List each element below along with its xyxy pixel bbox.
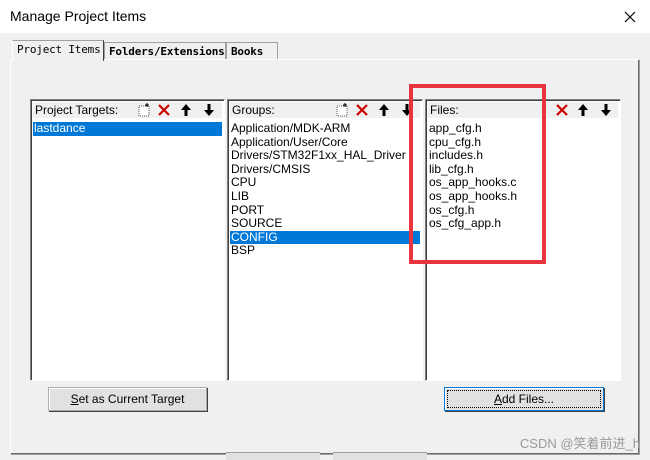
mnemonic-s: S: [70, 392, 79, 406]
tab-folders-extensions[interactable]: Folders/Extensions: [104, 42, 226, 60]
new-target-button[interactable]: [134, 101, 154, 119]
delete-target-button[interactable]: [154, 101, 174, 119]
move-file-up-button[interactable]: [573, 101, 593, 119]
list-item[interactable]: includes.h: [428, 149, 618, 163]
list-item[interactable]: os_cfg.h: [428, 203, 618, 218]
list-item[interactable]: lastdance: [33, 121, 222, 136]
list-item[interactable]: CONFIG: [230, 230, 420, 245]
move-target-down-button[interactable]: [199, 101, 219, 119]
arrow-up-icon: [578, 104, 588, 116]
cancel-button-partial[interactable]: [333, 452, 427, 460]
tab-project-items[interactable]: Project Items: [12, 40, 104, 61]
arrow-down-icon: [204, 104, 214, 116]
close-icon: [624, 11, 636, 22]
files-label: Files:: [430, 103, 459, 117]
move-group-down-button[interactable]: [397, 101, 417, 119]
list-item[interactable]: LIB: [230, 189, 420, 204]
add-files-label: dd Files...: [501, 392, 555, 406]
project-targets-label: Project Targets:: [35, 103, 119, 117]
files-list[interactable]: app_cfg.h cpu_cfg.h includes.h lib_cfg.h os_…: [428, 121, 618, 378]
arrow-up-icon: [181, 104, 191, 116]
list-item[interactable]: os_app_hooks.h: [428, 189, 618, 204]
list-item[interactable]: Drivers/STM32F1xx_HAL_Driver: [230, 149, 420, 163]
groups-panel: Groups: Application/MDK-ARM Application/U…: [227, 99, 423, 381]
tab-books[interactable]: Books: [226, 42, 278, 60]
groups-label: Groups:: [232, 103, 275, 117]
delete-group-button[interactable]: [352, 101, 372, 119]
delete-icon: [356, 104, 368, 116]
tab-label: Folders/Extensions: [109, 45, 225, 58]
project-targets-panel: Project Targets: lastdance: [30, 99, 225, 381]
arrow-up-icon: [379, 104, 389, 116]
ok-button-partial[interactable]: [226, 452, 320, 460]
move-target-up-button[interactable]: [176, 101, 196, 119]
tab-label: Project Items: [17, 43, 101, 56]
window-title: Manage Project Items: [10, 8, 147, 24]
delete-file-button[interactable]: [552, 101, 572, 119]
move-file-down-button[interactable]: [596, 101, 616, 119]
watermark: CSDN @笑着前进_h: [519, 436, 640, 451]
arrow-down-icon: [402, 104, 412, 116]
move-group-up-button[interactable]: [374, 101, 394, 119]
list-item[interactable]: os_cfg_app.h: [428, 217, 618, 231]
list-item[interactable]: PORT: [230, 203, 420, 218]
list-item[interactable]: app_cfg.h: [428, 121, 618, 136]
new-item-icon: [138, 103, 150, 117]
list-item[interactable]: cpu_cfg.h: [428, 135, 618, 150]
tab-label: Books: [231, 45, 264, 58]
list-item[interactable]: Application/MDK-ARM: [230, 121, 420, 136]
arrow-down-icon: [601, 104, 611, 116]
list-item[interactable]: BSP: [230, 244, 420, 258]
mnemonic-a: A: [493, 392, 502, 406]
new-group-button[interactable]: [332, 101, 352, 119]
list-item[interactable]: CPU: [230, 176, 420, 190]
set-as-current-target-button[interactable]: Set as Current Target: [48, 387, 207, 411]
groups-list[interactable]: Application/MDK-ARM Application/User/Core…: [230, 121, 420, 378]
list-item[interactable]: SOURCE: [230, 217, 420, 231]
files-panel: Files: app_cfg.h cpu_cfg.h includes.h lib_c…: [425, 99, 621, 381]
list-item[interactable]: Drivers/CMSIS: [230, 162, 420, 177]
delete-icon: [556, 104, 568, 116]
list-item[interactable]: lib_cfg.h: [428, 162, 618, 177]
set-as-current-target-label: et as Current Target: [78, 392, 185, 406]
add-files-button[interactable]: Add Files...: [444, 387, 604, 411]
list-item[interactable]: os_app_hooks.c: [428, 176, 618, 190]
delete-icon: [158, 104, 170, 116]
project-targets-list[interactable]: lastdance: [33, 121, 222, 378]
list-item[interactable]: Application/User/Core: [230, 135, 420, 150]
title-bar: Manage Project Items: [0, 0, 650, 33]
new-item-icon: [336, 103, 348, 117]
close-button[interactable]: [610, 0, 650, 33]
